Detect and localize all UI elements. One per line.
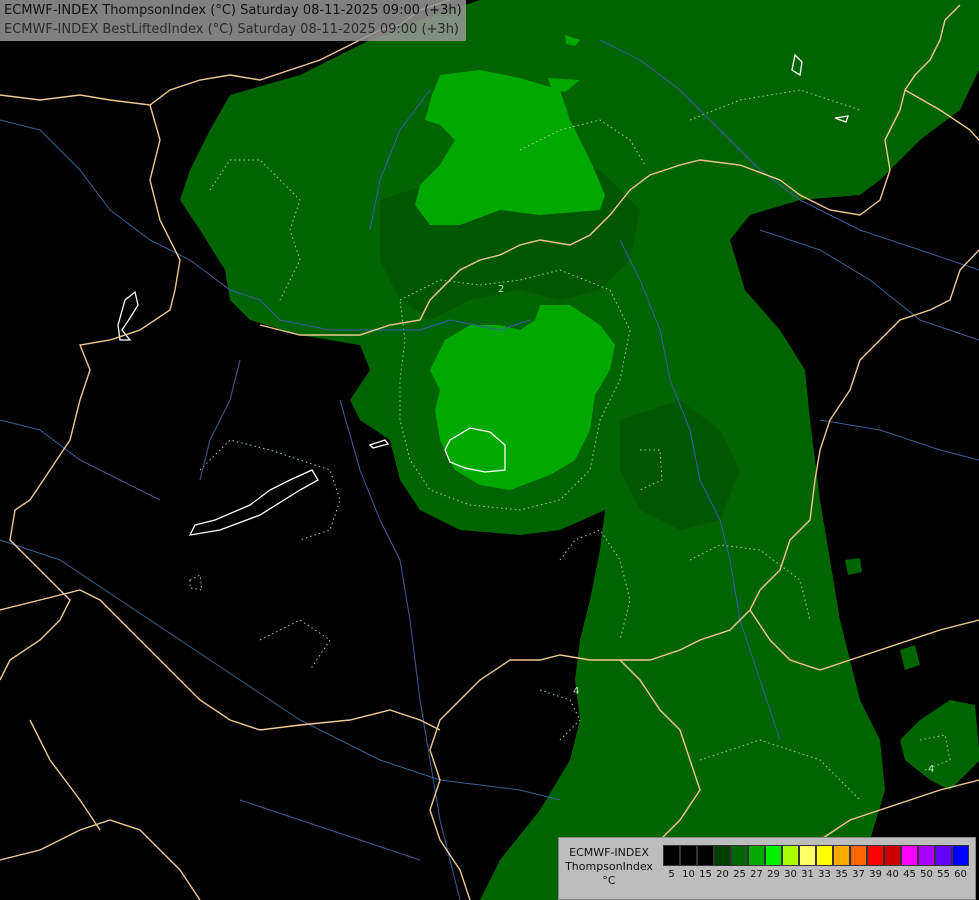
legend-unit: °C: [602, 874, 616, 887]
legend-tick-label: 60: [954, 869, 967, 880]
legend-swatch: [799, 845, 816, 866]
legend-swatch: [714, 845, 731, 866]
contour-label: 4: [928, 764, 934, 775]
weather-map: 2 4 4: [0, 0, 979, 900]
legend-tick-label: 55: [937, 869, 950, 880]
legend-swatch: [850, 845, 867, 866]
legend-swatch: [782, 845, 799, 866]
legend-model: ECMWF-INDEX: [569, 846, 649, 859]
legend-tick-label: 45: [903, 869, 916, 880]
legend-tick-label: 35: [835, 869, 848, 880]
legend-tick-label: 31: [801, 869, 814, 880]
legend-swatch: [884, 845, 901, 866]
legend-swatch: [952, 845, 969, 866]
legend-tick-label: 20: [716, 869, 729, 880]
legend-tick-label: 39: [869, 869, 882, 880]
legend-swatch: [867, 845, 884, 866]
legend-swatches: [663, 845, 969, 866]
legend-tick-label: 5: [668, 869, 675, 880]
legend-tick-label: 29: [767, 869, 780, 880]
legend-swatch: [680, 845, 697, 866]
legend-ticks: 5 10 15 20 25 27 29 30 31 33 35 37 39 40 45 50 55 60: [663, 869, 969, 881]
map-title-secondary: ECMWF-INDEX BestLiftedIndex (°C) Saturda…: [4, 22, 459, 37]
legend-tick-label: 30: [784, 869, 797, 880]
legend-swatch: [816, 845, 833, 866]
legend-tick-label: 25: [733, 869, 746, 880]
legend-label: ECMWF-INDEX ThompsonIndex °C: [561, 846, 657, 888]
legend-swatch: [697, 845, 714, 866]
legend-swatch: [731, 845, 748, 866]
legend-tick-label: 40: [886, 869, 899, 880]
contour-label: 4: [573, 686, 579, 697]
legend-tick-label: 37: [852, 869, 865, 880]
color-legend: ECMWF-INDEX ThompsonIndex °C 5 10 15 20 25 27…: [558, 837, 976, 900]
legend-scale: 5 10 15 20 25 27 29 30 31 33 35 37 39 40 45 50 55 60: [663, 845, 969, 881]
legend-swatch: [901, 845, 918, 866]
legend-tick-label: 10: [682, 869, 695, 880]
legend-swatch: [748, 845, 765, 866]
legend-tick-label: 50: [920, 869, 933, 880]
legend-tick-label: 27: [750, 869, 763, 880]
legend-swatch: [935, 845, 952, 866]
contour-label: 2: [498, 284, 504, 295]
legend-swatch: [663, 845, 680, 866]
map-title-primary: ECMWF-INDEX ThompsonIndex (°C) Saturday …: [4, 3, 462, 18]
legend-swatch: [833, 845, 850, 866]
map-title-box: ECMWF-INDEX ThompsonIndex (°C) Saturday …: [0, 0, 466, 41]
legend-swatch: [918, 845, 935, 866]
legend-tick-label: 15: [699, 869, 712, 880]
legend-field: ThompsonIndex: [565, 860, 653, 873]
legend-tick-label: 33: [818, 869, 831, 880]
legend-swatch: [765, 845, 782, 866]
